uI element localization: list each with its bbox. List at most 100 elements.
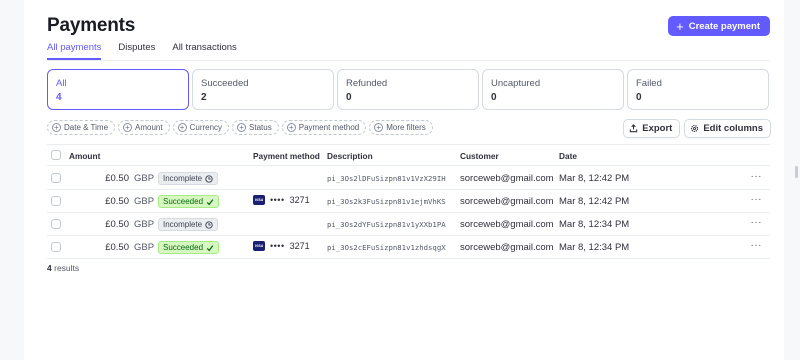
plus-circle-icon: + [374, 123, 384, 132]
status-badge-label: Succeeded [163, 197, 204, 206]
export-label: Export [642, 123, 673, 134]
card-last4: 3271 [289, 195, 310, 205]
status-card-label: Succeeded [201, 78, 249, 89]
status-card-count: 4 [56, 92, 62, 103]
filter-currency[interactable]: + Currency [172, 120, 230, 135]
page-header: Payments + Create payment [47, 13, 770, 39]
status-cards: All 4 Succeeded 2 Refunded 0 Uncaptured … [47, 69, 769, 110]
card-last4: 3271 [289, 241, 310, 251]
row-amount: £0.50 [105, 196, 129, 207]
checkmark-icon [206, 198, 214, 205]
edit-columns-button[interactable]: Edit columns [684, 119, 771, 138]
status-card-succeeded[interactable]: Succeeded 2 [192, 69, 334, 110]
select-all-checkbox[interactable] [51, 150, 61, 160]
results-label: results [54, 263, 80, 273]
filter-label: Payment method [298, 123, 360, 132]
table-actions: Export Edit columns [623, 119, 771, 138]
filter-date-time[interactable]: + Date & Time [47, 120, 116, 135]
window-edge-handle [795, 166, 798, 178]
plus-circle-icon: + [177, 123, 187, 132]
plus-circle-icon: + [286, 123, 296, 132]
row-description: pi_3Os2cEFuSizpn81v1zhdsqgX [327, 243, 446, 252]
status-badge: Incomplete [158, 172, 219, 185]
column-date[interactable]: Date [559, 151, 577, 161]
payments-page: Payments + Create payment All payments D… [24, 0, 784, 360]
filter-label: More filters [386, 123, 426, 132]
edit-columns-label: Edit columns [703, 123, 763, 134]
row-currency: GBP [134, 173, 155, 184]
export-button[interactable]: Export [623, 119, 681, 138]
row-currency: GBP [134, 196, 155, 207]
status-card-label: Refunded [346, 78, 388, 89]
row-checkbox[interactable] [51, 242, 61, 252]
row-date: Mar 8, 12:42 PM [559, 173, 630, 184]
row-checkbox[interactable] [51, 173, 61, 183]
status-badge-label: Incomplete [163, 220, 203, 229]
status-card-uncaptured[interactable]: Uncaptured 0 [482, 69, 624, 110]
status-card-count: 0 [346, 92, 352, 103]
filter-bar: + Date & Time + Amount + Currency + Status +… [47, 120, 433, 135]
plus-circle-icon: + [237, 123, 247, 132]
column-payment-method[interactable]: Payment method [253, 151, 320, 161]
row-customer: sorceweb@gmail.com [460, 242, 554, 253]
status-card-count: 0 [636, 92, 642, 103]
tabs-divider [47, 60, 770, 61]
row-more-options-icon[interactable]: ··· [751, 194, 763, 205]
tab-all-transactions[interactable]: All transactions [172, 42, 236, 60]
status-card-count: 0 [491, 92, 497, 103]
status-badge-label: Succeeded [163, 243, 204, 252]
tab-disputes[interactable]: Disputes [118, 42, 155, 60]
create-payment-label: Create payment [688, 20, 760, 32]
row-currency: GBP [134, 242, 155, 253]
row-checkbox[interactable] [51, 219, 61, 229]
row-checkbox[interactable] [51, 196, 61, 206]
status-badge: Succeeded [158, 241, 220, 254]
column-customer[interactable]: Customer [460, 151, 499, 161]
status-badge: Succeeded [158, 195, 220, 208]
table-header: Amount Payment method Description Custom… [47, 144, 770, 166]
filter-more-filters[interactable]: + More filters [369, 120, 433, 135]
row-description: pi_3Os2k3FuSizpn81v1ejmVhKS [327, 197, 446, 206]
status-card-all[interactable]: All 4 [47, 69, 189, 110]
row-customer: sorceweb@gmail.com [460, 196, 554, 207]
tab-bar: All payments Disputes All transactions [47, 42, 237, 60]
row-description: pi_3Os2lDFuSizpn81v1VzX29IH [327, 174, 446, 183]
page-title: Payments [47, 15, 136, 36]
filter-status[interactable]: + Status [232, 120, 279, 135]
plus-circle-icon: + [52, 123, 61, 132]
card-mask-dots: •••• [270, 241, 285, 251]
row-customer: sorceweb@gmail.com [460, 219, 554, 230]
row-more-options-icon[interactable]: ··· [751, 171, 763, 182]
row-more-options-icon[interactable]: ··· [751, 217, 763, 228]
row-amount: £0.50 [105, 173, 129, 184]
status-card-refunded[interactable]: Refunded 0 [337, 69, 479, 110]
checkmark-icon [206, 244, 214, 251]
clock-icon [205, 220, 213, 229]
tab-all-payments[interactable]: All payments [47, 42, 102, 60]
export-icon [630, 124, 638, 133]
row-more-options-icon[interactable]: ··· [751, 240, 763, 251]
filter-payment-method[interactable]: + Payment method [281, 120, 367, 135]
table-row[interactable]: £0.50 GBP Succeeded VISA •••• 3271 pi_3O… [47, 190, 770, 213]
status-card-label: Failed [636, 78, 662, 89]
column-description[interactable]: Description [327, 151, 373, 161]
results-count: 4 results [47, 263, 79, 273]
row-customer: sorceweb@gmail.com [460, 173, 554, 184]
gear-icon [691, 124, 699, 133]
results-number: 4 [47, 263, 52, 273]
row-date: Mar 8, 12:34 PM [559, 242, 630, 253]
status-card-failed[interactable]: Failed 0 [627, 69, 769, 110]
visa-card-icon: VISA [253, 241, 265, 251]
payment-method: VISA •••• 3271 [253, 195, 310, 205]
row-description: pi_3Os2dYFuSizpn81v1yXXb1PA [327, 220, 446, 229]
status-card-label: All [56, 78, 67, 89]
filter-amount[interactable]: + Amount [118, 120, 170, 135]
table-row[interactable]: £0.50 GBP Incomplete pi_3Os2dYFuSizpn81v… [47, 213, 770, 236]
row-amount: £0.50 [105, 242, 129, 253]
table-row[interactable]: £0.50 GBP Incomplete pi_3Os2lDFuSizpn81v… [47, 167, 770, 190]
plus-icon: + [676, 18, 684, 34]
row-amount: £0.50 [105, 219, 129, 230]
table-row[interactable]: £0.50 GBP Succeeded VISA •••• 3271 pi_3O… [47, 236, 770, 259]
column-amount[interactable]: Amount [69, 151, 100, 161]
create-payment-button[interactable]: + Create payment [668, 16, 770, 36]
